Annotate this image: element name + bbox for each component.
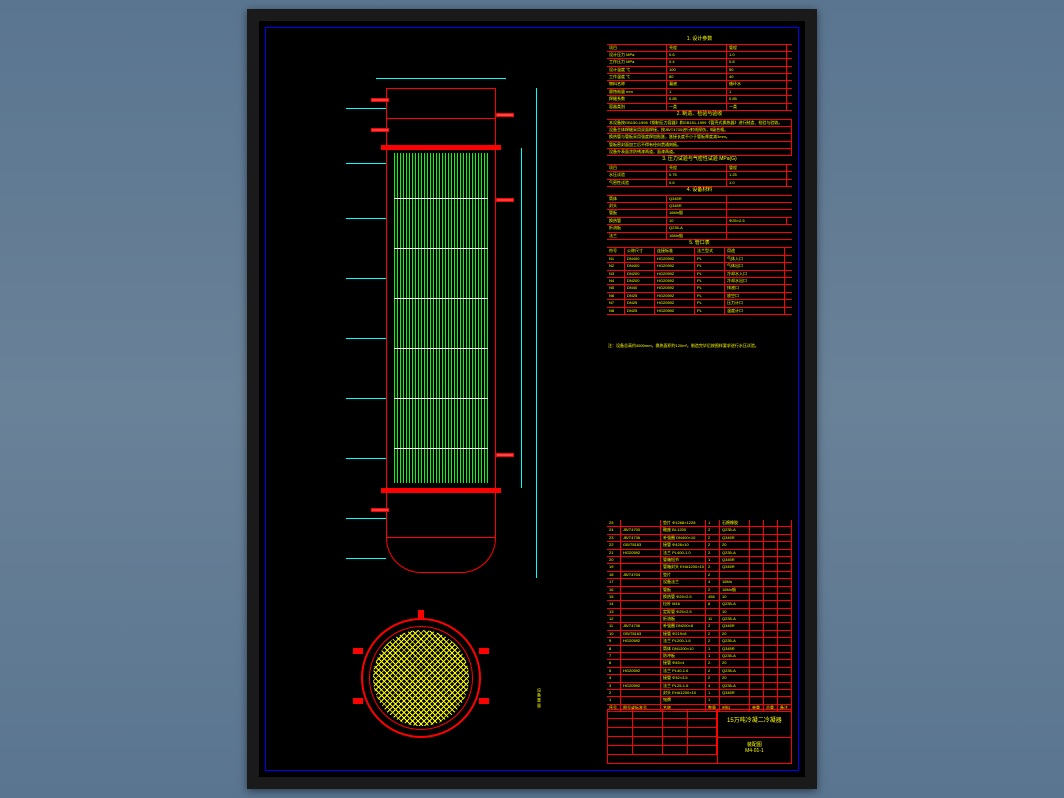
nozzle-N6	[371, 508, 389, 512]
nozzle-plan	[353, 698, 363, 704]
baffle	[394, 248, 488, 249]
tube-bundle	[394, 153, 488, 483]
materials-table: 筒体Q345R封头Q345R管板16Mn锻换热管10Φ25×2.5折流板Q235…	[607, 196, 792, 240]
section-5-header: 5. 管口表	[607, 240, 792, 249]
balloon-leader	[346, 338, 386, 339]
nozzle-N1	[371, 98, 389, 102]
balloon-leader	[346, 163, 386, 164]
balloon-leader	[346, 518, 386, 519]
baffle	[394, 348, 488, 349]
dim-overall	[536, 88, 537, 578]
nozzle-N5	[496, 453, 514, 457]
balloon-leader	[346, 558, 386, 559]
balloon-leader	[346, 278, 386, 279]
section-1-header: 1. 设计参数	[607, 36, 792, 45]
nozzle-plan	[479, 698, 489, 704]
bottom-flange	[381, 488, 501, 493]
nozzle-table: 符号公称尺寸连接标准法兰型式用途N1DN400HG20592PL气体入口N2DN…	[607, 248, 792, 315]
nozzle-N3	[496, 113, 514, 117]
section-4-header: 4. 设备材料	[607, 187, 792, 196]
drawing-border: 设 备 重 量 1. 设计参数 项目壳程管程设计压力 MPa0.61.0工作压力…	[265, 27, 799, 771]
design-params-table: 项目壳程管程设计压力 MPa0.61.0工作压力 MPa0.40.8设计温度 ℃…	[607, 45, 792, 112]
manufacture-notes: 本设备按GB150-1998《钢制压力容器》和GB151-1999《管壳式换热器…	[607, 120, 792, 157]
bottom-head	[386, 538, 496, 573]
dim-diameter	[376, 78, 506, 79]
baffle	[394, 448, 488, 449]
tube-pattern	[373, 630, 469, 726]
weight-note: 设 备 重 量	[536, 688, 542, 707]
nozzle-plan	[418, 610, 424, 620]
spec-tables: 1. 设计参数 项目壳程管程设计压力 MPa0.61.0工作压力 MPa0.40…	[607, 36, 792, 336]
drawing-title: 15万吨冷凝二冷凝器	[718, 710, 791, 738]
plan-view	[361, 618, 481, 738]
balloon-leader	[346, 108, 386, 109]
baffle	[394, 398, 488, 399]
cad-viewer: 设 备 重 量 1. 设计参数 项目壳程管程设计压力 MPa0.61.0工作压力…	[247, 9, 817, 789]
top-flange	[381, 145, 501, 150]
balloon-leader	[346, 398, 386, 399]
baffle	[394, 198, 488, 199]
technical-note: 注：设备总高约4500mm，换热面积约120m²。制造完毕后按图样要求进行水压试…	[608, 343, 788, 348]
baffle	[394, 298, 488, 299]
elevation-view	[336, 58, 626, 618]
balloon-leader	[346, 458, 386, 459]
nozzle-plan	[479, 648, 489, 654]
pressure-test-table: 项目壳程管程水压试验0.751.25气密性试验0.61.0	[607, 165, 792, 187]
drawing-number: M4-01-1	[745, 748, 764, 754]
balloon-leader	[346, 218, 386, 219]
top-head	[386, 88, 496, 118]
section-2-header: 2. 制造、检验与验收	[607, 111, 792, 120]
title-block: 设计日期制图审核批准比例1:20共 张 第 张 15万吨冷凝二冷凝器 装配图 M…	[607, 709, 792, 764]
section-3-header: 3. 压力试验与气密性试验 MPa(G)	[607, 156, 792, 165]
nozzle-plan	[353, 648, 363, 654]
nozzle-N2	[371, 128, 389, 132]
nozzle-N4	[496, 198, 514, 202]
dim-tube-length	[521, 148, 522, 488]
